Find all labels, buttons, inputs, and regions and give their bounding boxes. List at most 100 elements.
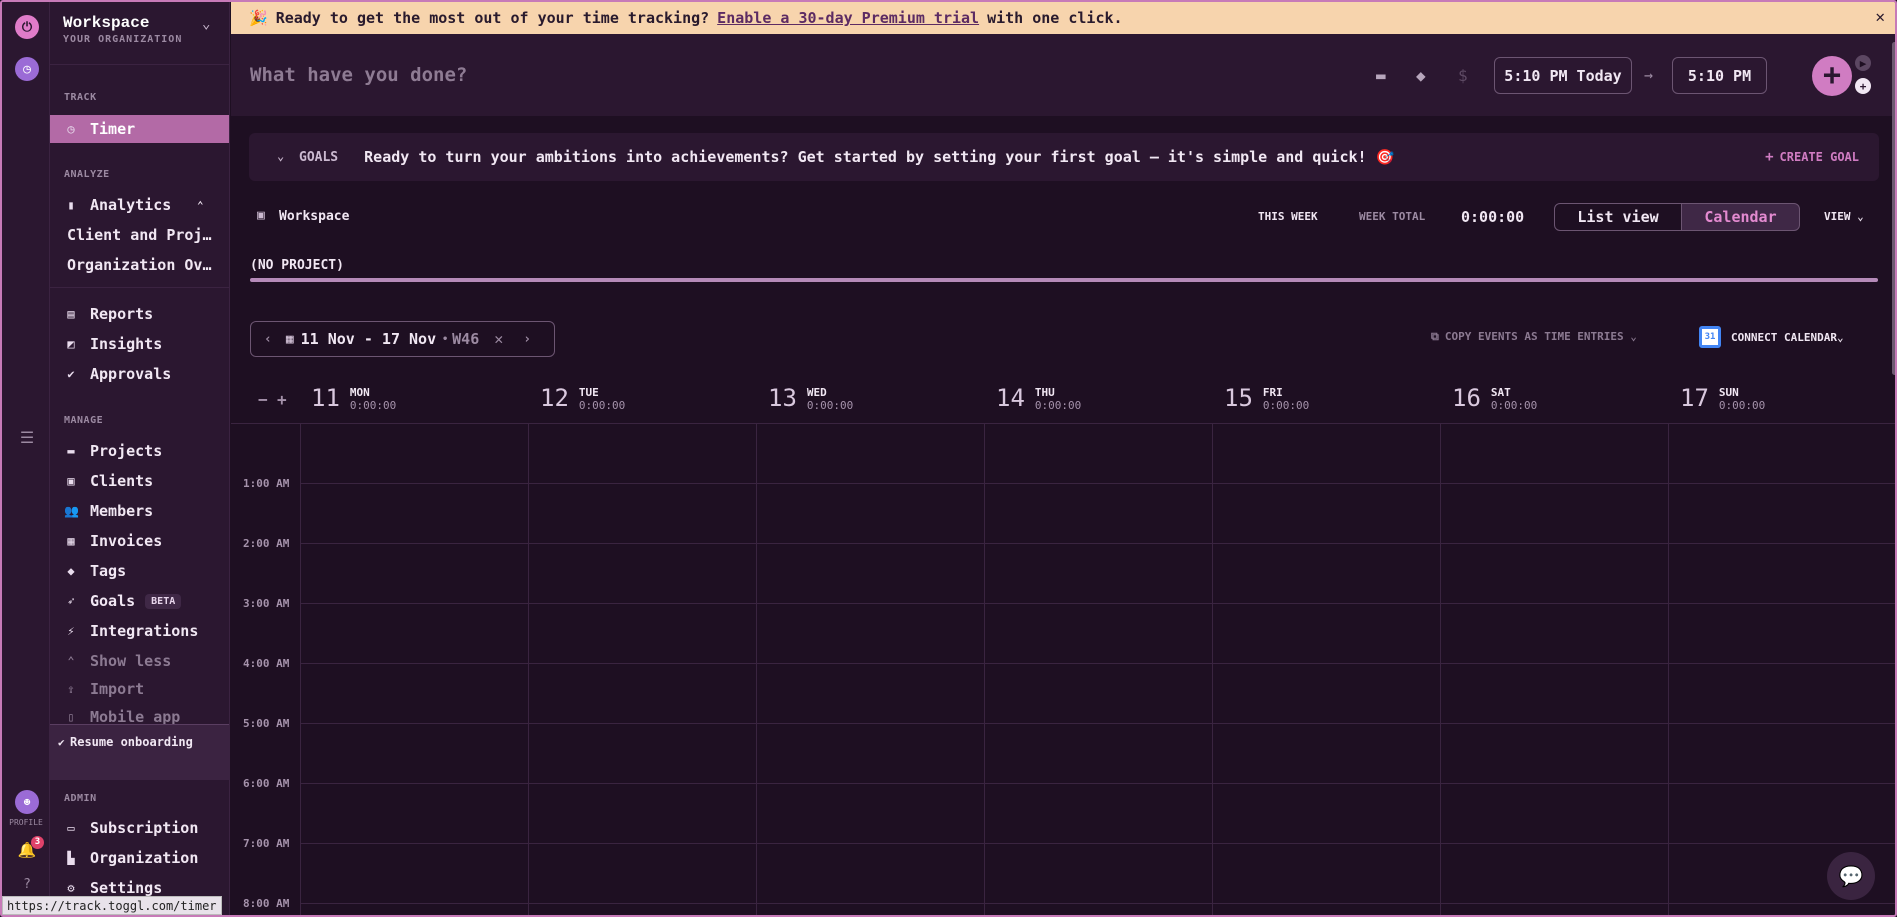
sidebar-item-timer[interactable]: ◷ Timer [50,115,229,143]
card-icon: ▭ [67,821,75,835]
mobile-icon: ▯ [67,710,75,724]
sidebar-item-label: Organization Ov… [67,256,212,274]
day-total: 0:00:00 [1718,399,1766,412]
day-number: 17 [1680,384,1709,412]
resume-onboarding-button[interactable]: ✔ Resume onboarding [50,724,229,780]
add-time-entry-button[interactable]: + [1812,56,1852,96]
connect-calendar-label: CONNECT CALENDAR [1731,330,1837,344]
calendar-grid[interactable]: 1:00 AM 2:00 AM 3:00 AM 4:00 AM 5:00 AM … [231,424,1895,915]
goals-message: Ready to turn your ambitions into achiev… [364,148,1395,166]
sidebar-item-analytics[interactable]: ▮ Analytics ⌃ [50,191,229,219]
hour-label: 6:00 AM [243,777,290,790]
resume-onboarding-label: Resume onboarding [70,735,193,749]
project-bar[interactable] [250,278,1878,282]
sidebar-item-label: Projects [90,442,163,460]
power-icon[interactable]: ⏻ [15,15,39,39]
chevron-up-icon: ⌃ [197,198,204,212]
sidebar-item-client-projects[interactable]: Client and Proj… [50,221,229,249]
description-input[interactable]: What have you done? [250,64,467,86]
sidebar-item-goals[interactable]: ➶ Goals BETA [50,587,229,615]
calendar-icon: ▦ [285,331,294,347]
summary-row: ▣ Workspace THIS WEEK WEEK TOTAL 0:00:00… [249,198,1879,238]
google-calendar-icon: 31 [1699,326,1721,348]
workspace-switcher[interactable]: Workspace YOUR ORGANIZATION [63,14,182,45]
avatar[interactable]: ☻ [15,790,39,814]
view-dropdown[interactable]: VIEW ⌄ [1824,210,1864,223]
sidebar-item-import[interactable]: ⇪ Import [50,675,229,703]
sidebar-item-label: Integrations [90,622,199,640]
day-column-header[interactable]: 11 MON 0:00:00 [311,386,396,412]
project-bar-label: (NO PROJECT) [250,258,344,273]
day-total: 0:00:00 [1490,399,1538,412]
sidebar-item-tags[interactable]: ◆ Tags [50,557,229,585]
clock-icon: ◷ [67,122,75,136]
grid-column-line [1440,424,1441,915]
sidebar-item-org-overview[interactable]: Organization Ov… [50,251,229,279]
connect-calendar-button[interactable]: 31 CONNECT CALENDAR ⌄ [1699,326,1844,348]
client-icon: ▣ [67,474,75,488]
hour-label: 3:00 AM [243,597,290,610]
report-icon: ▤ [67,307,75,321]
end-time-field[interactable]: 5:10 PM [1672,57,1767,94]
sidebar-item-insights[interactable]: ◩ Insights [50,330,229,358]
create-goal-button[interactable]: + CREATE GOAL [1765,149,1859,165]
premium-trial-link[interactable]: Enable a 30-day Premium trial [717,9,979,27]
scrollbar[interactable] [1892,42,1895,375]
day-column-header[interactable]: 15 FRI 0:00:00 [1224,386,1309,412]
day-column-header[interactable]: 14 THU 0:00:00 [996,386,1081,412]
clear-icon[interactable]: ✕ [494,330,503,348]
status-bar-url: https://track.toggl.com/timer [2,896,222,915]
day-column-header[interactable]: 17 SUN 0:00:00 [1680,386,1765,412]
sidebar-item-organization[interactable]: ▙ Organization [50,844,229,872]
grid-hour-line [301,603,1895,604]
sidebar-item-subscription[interactable]: ▭ Subscription [50,814,229,842]
close-icon[interactable]: ✕ [1875,7,1885,26]
sidebar-item-invoices[interactable]: ▦ Invoices [50,527,229,555]
date-range-picker[interactable]: ‹ ▦ 11 Nov - 17 Nov • W46 ✕ › [250,321,555,357]
calendar-view-tab[interactable]: Calendar [1681,203,1800,231]
sidebar-item-approvals[interactable]: ✔ Approvals [50,360,229,388]
sidebar-item-label: Subscription [90,819,199,837]
sidebar-item-projects[interactable]: ▬ Projects [50,437,229,465]
sidebar-item-label: Show less [90,652,172,670]
chevron-left-icon[interactable]: ‹ [264,332,272,347]
bar-chart-icon: ▮ [67,198,75,212]
sidebar-item-clients[interactable]: ▣ Clients [50,467,229,495]
chat-support-icon[interactable]: 💬 [1827,852,1875,900]
import-icon: ⇪ [67,682,75,696]
day-column-header[interactable]: 13 WED 0:00:00 [768,386,853,412]
day-column-header[interactable]: 16 SAT 0:00:00 [1452,386,1537,412]
sidebar-item-integrations[interactable]: ⚡ Integrations [50,617,229,645]
chevron-down-icon[interactable]: ⌄ [277,149,284,163]
hour-label: 7:00 AM [243,837,290,850]
copy-events-button[interactable]: ⧉ COPY EVENTS AS TIME ENTRIES ⌄ [1431,330,1637,344]
folder-icon[interactable]: ▬ [1376,66,1386,85]
zoom-in-button[interactable]: + [277,390,287,409]
sidebar-item-label: Import [90,680,145,698]
play-icon[interactable]: ▶ [1855,55,1871,71]
gear-icon: ⚙ [67,881,75,895]
tag-icon[interactable]: ◆ [1416,66,1426,85]
plus-small-icon[interactable]: + [1855,78,1871,94]
day-number: 14 [996,384,1025,412]
briefcase-icon: ▣ [257,208,265,223]
chevron-right-icon[interactable]: › [523,332,531,347]
divider [50,64,229,65]
help-icon[interactable]: ? [15,872,39,896]
start-time-field[interactable]: 5:10 PM Today [1494,57,1632,94]
period-label[interactable]: THIS WEEK [1258,210,1318,223]
sidebar-item-members[interactable]: 👥 Members [50,497,229,525]
main-content: 🎉 Ready to get the most out of your time… [231,2,1895,915]
folder-icon: ▬ [67,444,75,458]
zoom-out-button[interactable]: − [258,390,268,409]
week-number: W46 [452,330,480,348]
clock-app-icon[interactable]: ◷ [15,57,39,81]
sidebar-item-reports[interactable]: ▤ Reports [50,300,229,328]
list-view-tab[interactable]: List view [1554,203,1682,231]
workspace-filter[interactable]: Workspace [279,209,349,224]
dollar-icon[interactable]: $ [1458,66,1468,85]
show-less-toggle[interactable]: ⌃ Show less [50,647,229,675]
chevron-down-icon[interactable]: ⌄ [202,16,210,32]
collapse-sidebar-icon[interactable]: ☰ [15,425,39,449]
day-column-header[interactable]: 12 TUE 0:00:00 [540,386,625,412]
